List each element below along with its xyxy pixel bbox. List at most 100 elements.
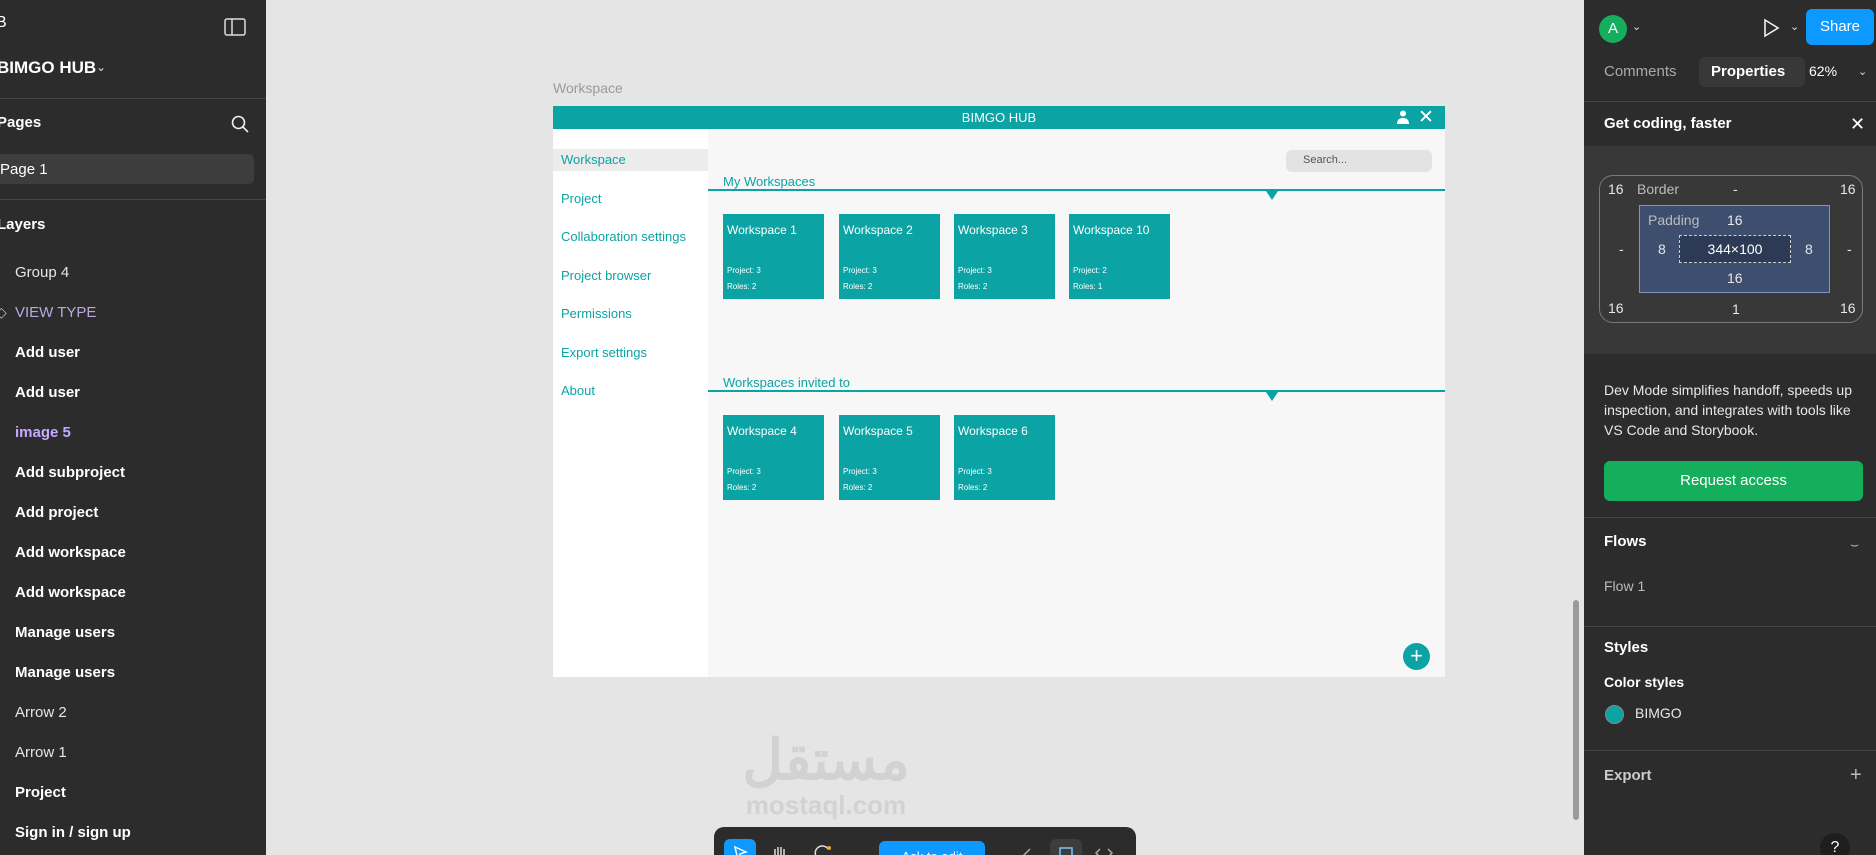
layer-label: Manage users	[15, 624, 116, 641]
design-canvas[interactable]: Workspace BIMGO HUB ✕ Workspace Project …	[266, 0, 1584, 855]
avatar[interactable]: A	[1599, 15, 1627, 43]
padding-top-value: 16	[1727, 212, 1743, 228]
workspace-frame[interactable]: BIMGO HUB ✕ Workspace Project Collaborat…	[553, 106, 1445, 677]
ask-to-edit-button[interactable]: Ask to edit	[879, 841, 985, 855]
layout-icon	[1059, 847, 1073, 855]
workspace-name: Workspace 2	[843, 223, 913, 237]
layers-panel: B BIMGO HUB ⌄ Pages Page 1 Layers ⁞Group…	[0, 0, 266, 855]
layer-item[interactable]: ⁞Project	[0, 779, 266, 807]
nav-item-label: Export settings	[561, 345, 647, 360]
add-export-icon[interactable]: +	[1850, 764, 1862, 787]
dev-mode-tool[interactable]	[1088, 839, 1120, 855]
layer-label: Add user	[15, 384, 81, 401]
workspace-name: Workspace 10	[1073, 223, 1150, 237]
color-swatch[interactable]	[1605, 705, 1624, 724]
tab-properties[interactable]: Properties	[1711, 63, 1785, 80]
layer-item[interactable]: ⁞Add project	[0, 499, 266, 527]
divider	[1584, 517, 1876, 518]
share-button[interactable]: Share	[1806, 9, 1874, 45]
layer-label: Group 4	[15, 264, 70, 281]
nav-item-collaboration-settings[interactable]: Collaboration settings	[553, 226, 708, 248]
frame-label[interactable]: Workspace	[553, 80, 623, 96]
padding-left-value: 8	[1658, 241, 1666, 257]
layer-item[interactable]: ⁞Group 4	[0, 259, 266, 287]
dev-mode-promo-text: Dev Mode simplifies handoff, speeds up i…	[1604, 382, 1852, 438]
layer-item[interactable]: ⁞Manage users	[0, 619, 266, 647]
main-menu-button[interactable]: B	[0, 14, 7, 32]
nav-item-project[interactable]: Project	[553, 188, 708, 210]
page-item-label: Page 1	[0, 161, 48, 178]
app-title: BIMGO HUB	[961, 110, 1037, 125]
close-icon[interactable]: ✕	[1850, 114, 1865, 135]
divider	[1584, 626, 1876, 627]
flow-item[interactable]: Flow 1	[1604, 578, 1645, 594]
nav-item-about[interactable]: About	[553, 380, 708, 402]
file-name[interactable]: BIMGO HUB	[0, 58, 96, 78]
chevron-down-icon[interactable]: ⌄	[1858, 65, 1867, 78]
chevron-down-icon[interactable]: ⌄	[1632, 20, 1641, 33]
layer-item[interactable]: ◇ VIEW TYPE	[0, 299, 266, 327]
search-input[interactable]: Search...	[1286, 150, 1432, 172]
search-icon[interactable]	[230, 114, 250, 134]
nav-item-label: Collaboration settings	[561, 229, 687, 244]
invited-workspaces-title: Workspaces invited to	[723, 375, 850, 390]
workspace-roles-count: Roles: 2	[958, 282, 988, 291]
chevron-down-icon[interactable]: ⌄	[96, 60, 106, 74]
workspace-roles-count: Roles: 2	[843, 282, 873, 291]
app-nav: Workspace Project Collaboration settings…	[553, 129, 708, 677]
design-mode-tool[interactable]	[1050, 839, 1082, 855]
layer-item[interactable]: ⁞Manage users	[0, 659, 266, 687]
workspace-card[interactable]: Workspace 3 Project: 3 Roles: 2	[954, 214, 1055, 299]
comment-icon	[814, 845, 831, 855]
request-access-button[interactable]: Request access	[1604, 461, 1863, 501]
styles-heading: Styles	[1604, 639, 1649, 656]
workspace-project-count: Project: 3	[727, 266, 761, 275]
workspace-project-count: Project: 3	[843, 467, 877, 476]
layer-item[interactable]: ⁞image 5	[0, 419, 266, 447]
layer-label: VIEW TYPE	[15, 304, 97, 321]
layer-item[interactable]: ⁞Add workspace	[0, 539, 266, 567]
nav-item-permissions[interactable]: Permissions	[553, 303, 708, 325]
hand-tool[interactable]	[764, 839, 796, 855]
workspace-card[interactable]: Workspace 6 Project: 3 Roles: 2	[954, 415, 1055, 500]
border-right-value: -	[1847, 241, 1852, 257]
collapse-triangle-icon[interactable]	[1266, 392, 1278, 401]
tab-comments[interactable]: Comments	[1604, 63, 1677, 80]
my-workspaces-title: My Workspaces	[723, 174, 816, 189]
workspace-project-count: Project: 3	[958, 266, 992, 275]
vertical-scrollbar[interactable]	[1573, 600, 1579, 820]
layer-item[interactable]: ⁞Add workspace	[0, 579, 266, 607]
nav-item-export-settings[interactable]: Export settings	[553, 342, 708, 364]
layer-item[interactable]: ⁞Arrow 2	[0, 699, 266, 727]
nav-item-project-browser[interactable]: Project browser	[553, 265, 708, 287]
draw-tool[interactable]	[1010, 839, 1042, 855]
layer-item[interactable]: ⁞Sign in / sign up	[0, 819, 266, 847]
layer-item[interactable]: ⁞Arrow 1	[0, 739, 266, 767]
hidden-eye-icon[interactable]: ⌣	[1850, 536, 1859, 553]
component-icon: ◇	[0, 304, 7, 320]
layer-item[interactable]: ⁞Add user	[0, 339, 266, 367]
page-item-page-1[interactable]: Page 1	[0, 154, 254, 184]
workspace-card[interactable]: Workspace 5 Project: 3 Roles: 2	[839, 415, 940, 500]
workspace-card[interactable]: Workspace 4 Project: 3 Roles: 2	[723, 415, 824, 500]
workspace-card[interactable]: Workspace 2 Project: 3 Roles: 2	[839, 214, 940, 299]
color-style-name[interactable]: BIMGO	[1635, 705, 1682, 721]
play-icon[interactable]	[1760, 17, 1782, 39]
sidebar-toggle-icon[interactable]	[224, 18, 246, 36]
export-heading: Export	[1604, 767, 1652, 784]
chevron-down-icon[interactable]: ⌄	[1790, 20, 1799, 33]
comment-tool[interactable]	[806, 839, 838, 855]
collapse-triangle-icon[interactable]	[1266, 191, 1278, 200]
workspace-card[interactable]: Workspace 1 Project: 3 Roles: 2	[723, 214, 824, 299]
nav-item-workspace[interactable]: Workspace	[553, 149, 708, 171]
zoom-level[interactable]: 62%	[1809, 63, 1837, 79]
close-icon[interactable]: ✕	[1418, 106, 1434, 129]
move-tool[interactable]	[724, 839, 756, 855]
help-button[interactable]: ?	[1820, 833, 1850, 855]
user-icon[interactable]	[1395, 109, 1411, 125]
add-button[interactable]: +	[1403, 643, 1430, 670]
workspace-roles-count: Roles: 1	[1073, 282, 1103, 291]
layer-item[interactable]: ⁞Add subproject	[0, 459, 266, 487]
workspace-card[interactable]: Workspace 10 Project: 2 Roles: 1	[1069, 214, 1170, 299]
layer-item[interactable]: ⁞Add user	[0, 379, 266, 407]
